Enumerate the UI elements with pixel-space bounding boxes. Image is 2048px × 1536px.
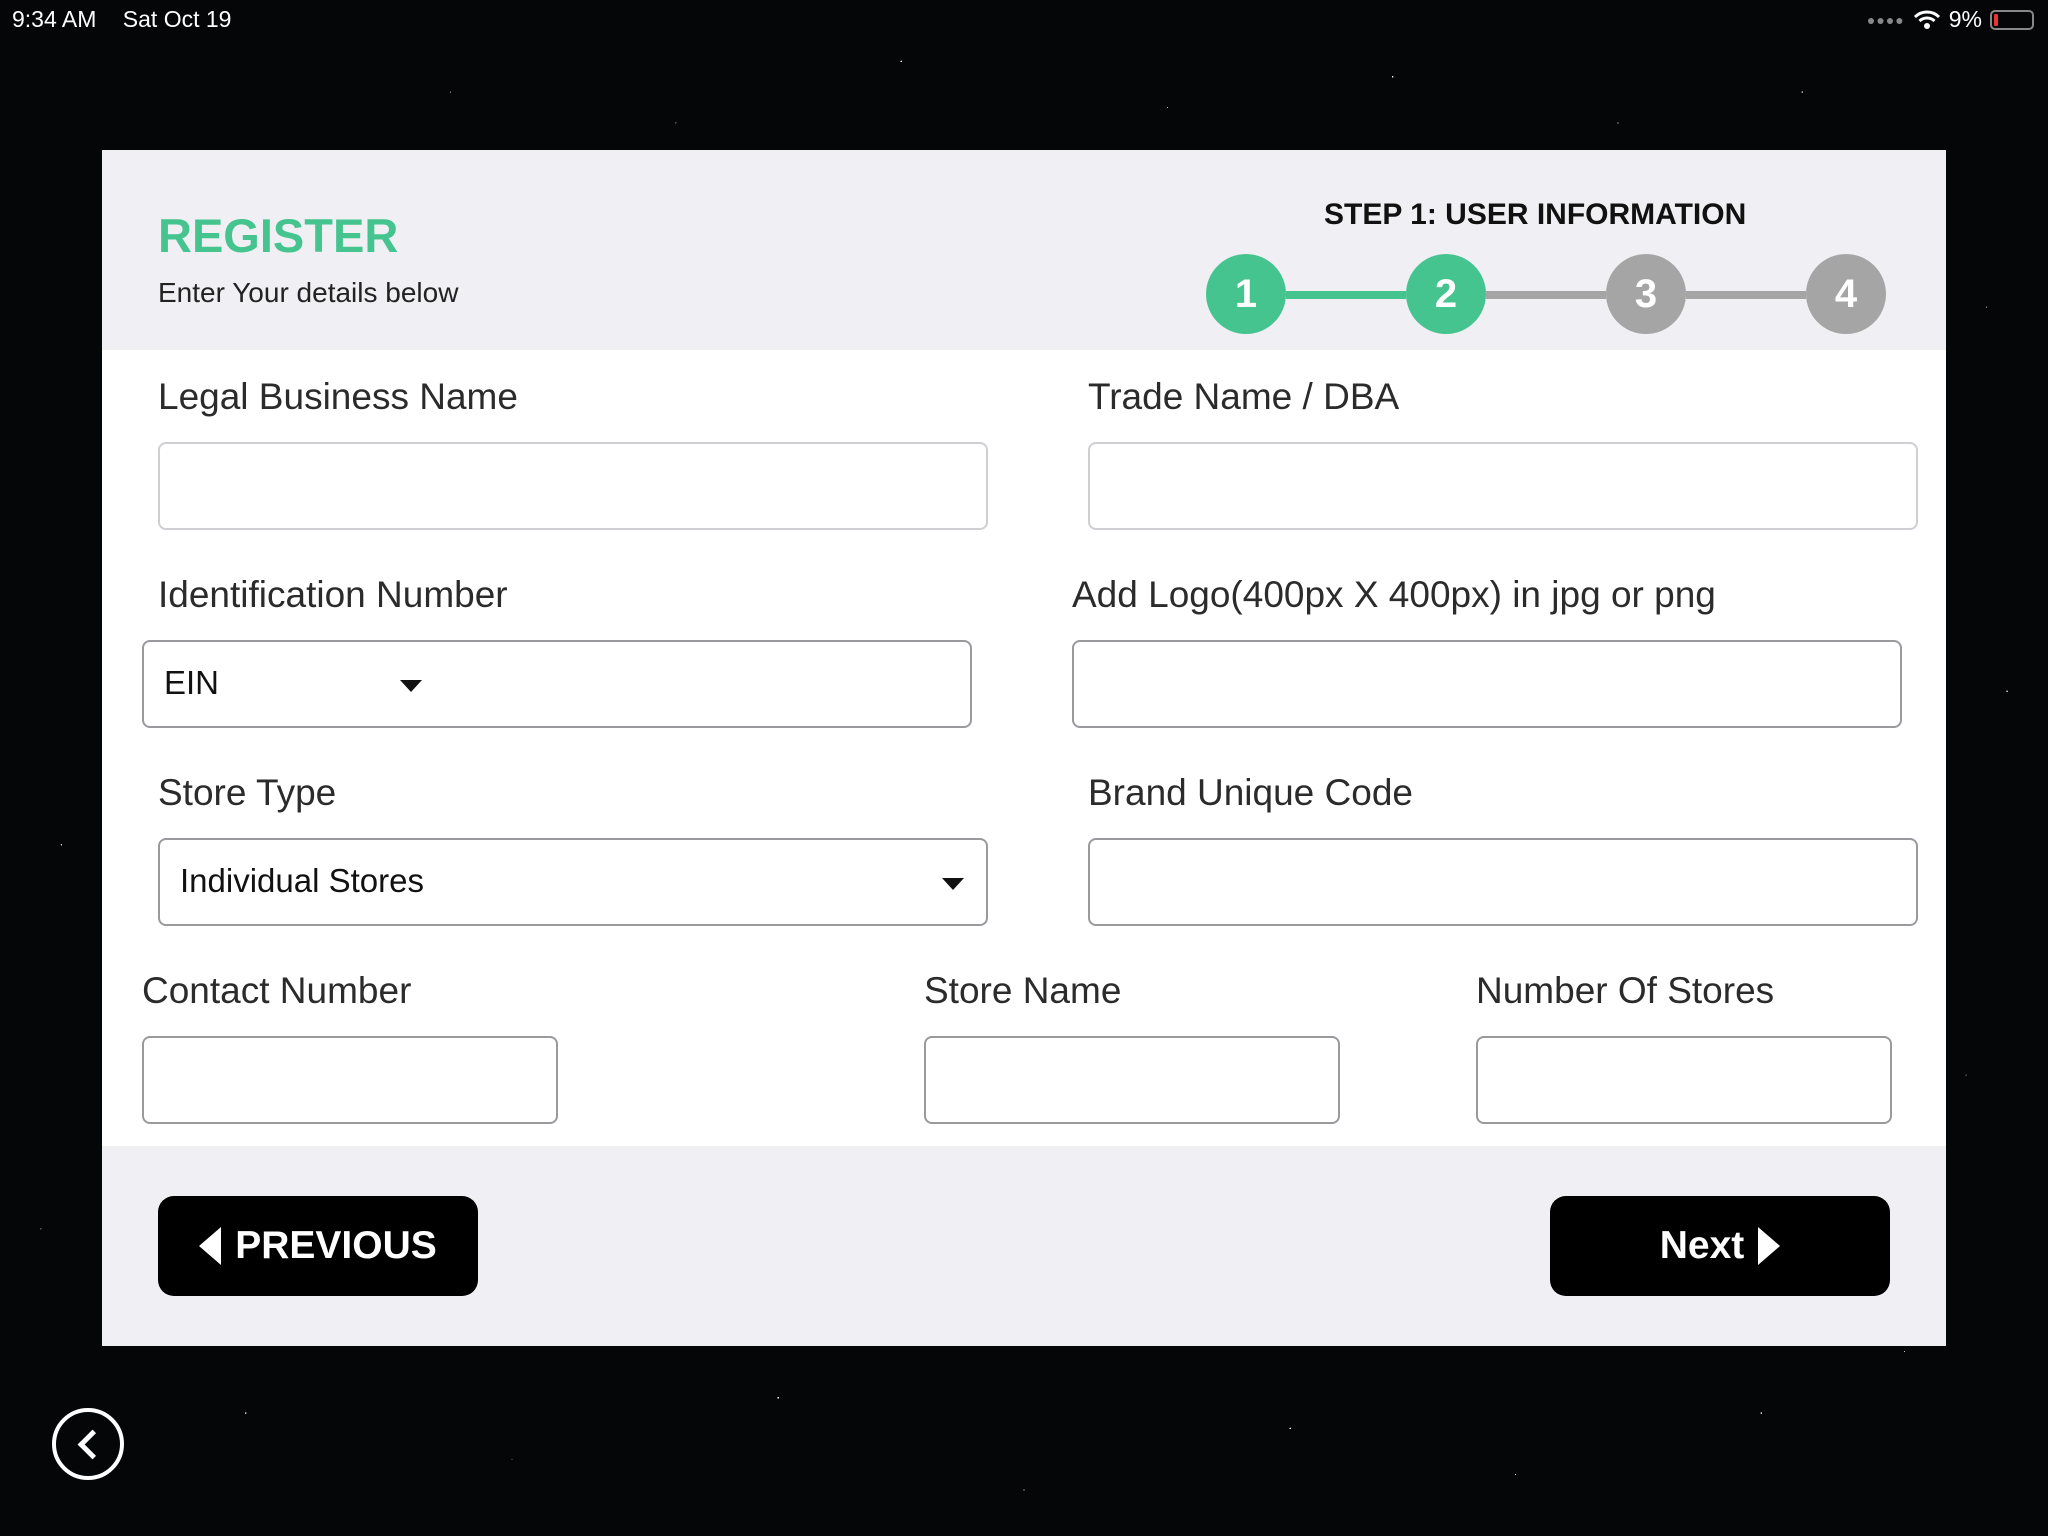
cellular-signal-icon: ●●●● [1866, 11, 1905, 28]
caret-right-icon [1758, 1227, 1781, 1265]
identification-number-field[interactable]: EIN [142, 640, 972, 728]
brand-unique-code-input[interactable] [1088, 838, 1918, 926]
battery-icon [1990, 9, 2034, 30]
identification-number-label: Identification Number [158, 574, 508, 615]
register-card: REGISTER Enter Your details below STEP 1… [102, 150, 1946, 1346]
back-button[interactable] [52, 1408, 124, 1480]
number-of-stores-label: Number Of Stores [1476, 970, 1775, 1011]
step-connector-2 [1486, 291, 1606, 299]
previous-button-label: PREVIOUS [235, 1224, 437, 1267]
step-4: 4 [1806, 254, 1886, 334]
battery-percent: 9% [1948, 6, 1982, 32]
chevron-down-icon[interactable] [400, 680, 422, 692]
status-bar: 9:34 AM Sat Oct 19 ●●●● 9% [0, 0, 2048, 40]
step-connector-1 [1286, 291, 1406, 299]
logo-upload-label: Add Logo(400px X 400px) in jpg or png [1072, 574, 1716, 615]
number-of-stores-input[interactable] [1476, 1036, 1892, 1124]
wifi-icon [1913, 10, 1940, 29]
store-type-label: Store Type [158, 772, 337, 813]
step-connector-3 [1686, 291, 1806, 299]
store-type-value: Individual Stores [180, 862, 424, 899]
previous-button[interactable]: PREVIOUS [158, 1196, 478, 1296]
store-name-label: Store Name [924, 970, 1122, 1011]
chevron-left-icon [77, 1429, 107, 1459]
store-name-input[interactable] [924, 1036, 1340, 1124]
next-button-label: Next [1659, 1224, 1745, 1267]
page-title: REGISTER [158, 209, 399, 262]
logo-upload-input[interactable] [1072, 640, 1902, 728]
store-type-select[interactable]: Individual Stores [158, 838, 988, 926]
step-3: 3 [1606, 254, 1686, 334]
legal-business-name-label: Legal Business Name [158, 376, 518, 417]
step-2: 2 [1406, 254, 1486, 334]
trade-name-label: Trade Name / DBA [1088, 376, 1400, 417]
step-label: STEP 1: USER INFORMATION [1324, 198, 1747, 231]
contact-number-label: Contact Number [142, 970, 412, 1011]
trade-name-input[interactable] [1088, 442, 1918, 530]
caret-left-icon [199, 1227, 222, 1265]
progress-stepper: 1 2 3 4 [1206, 254, 1886, 334]
register-header: REGISTER Enter Your details below STEP 1… [102, 150, 1946, 350]
status-date: Sat Oct 19 [122, 6, 232, 32]
step-1: 1 [1206, 254, 1286, 334]
status-time: 9:34 AM [12, 6, 97, 32]
brand-unique-code-label: Brand Unique Code [1088, 772, 1413, 813]
identification-type-value: EIN [164, 664, 220, 701]
chevron-down-icon[interactable] [942, 878, 964, 890]
next-button[interactable]: Next [1550, 1196, 1890, 1296]
contact-number-input[interactable] [142, 1036, 558, 1124]
legal-business-name-input[interactable] [158, 442, 988, 530]
register-footer: PREVIOUS Next [102, 1146, 1946, 1346]
page-subtitle: Enter Your details below [158, 277, 459, 308]
